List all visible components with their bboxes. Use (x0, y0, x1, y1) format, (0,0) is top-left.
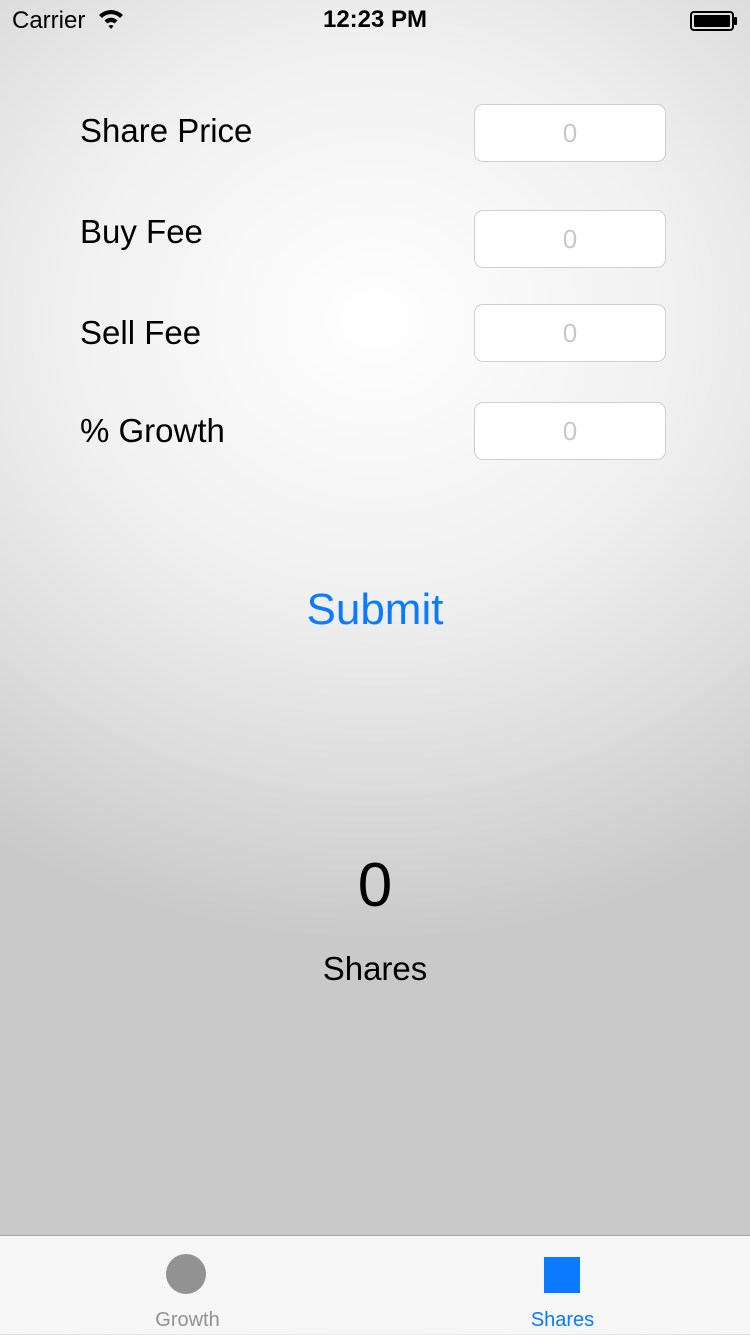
sell-fee-input[interactable] (474, 304, 666, 362)
tab-shares[interactable]: Shares (375, 1236, 750, 1335)
growth-percent-label: % Growth (80, 412, 225, 449)
share-price-label: Share Price (80, 112, 253, 149)
buy-fee-label: Buy Fee (80, 213, 203, 250)
tab-growth-label: Growth (155, 1309, 220, 1331)
growth-percent-row: % Growth (80, 402, 668, 462)
tab-growth[interactable]: Growth (0, 1236, 375, 1335)
growth-percent-input[interactable] (474, 402, 666, 460)
status-time: 12:23 PM (322, 6, 428, 33)
buy-fee-row: Buy Fee (80, 210, 668, 270)
circle-icon (166, 1254, 206, 1294)
status-bar: Carrier 12:23 PM (0, 0, 750, 40)
sell-fee-row: Sell Fee (80, 304, 668, 364)
share-price-row: Share Price (80, 104, 668, 164)
tab-bar: Growth Shares (0, 1235, 750, 1334)
tab-shares-label: Shares (530, 1309, 595, 1331)
submit-button[interactable]: Submit (0, 585, 750, 635)
battery-icon (690, 11, 737, 31)
share-price-input[interactable] (474, 104, 666, 162)
buy-fee-input[interactable] (474, 210, 666, 268)
sell-fee-label: Sell Fee (80, 314, 202, 351)
square-icon (544, 1257, 580, 1293)
shares-result-value: 0 (357, 851, 393, 920)
shares-result-label: Shares (322, 950, 428, 987)
